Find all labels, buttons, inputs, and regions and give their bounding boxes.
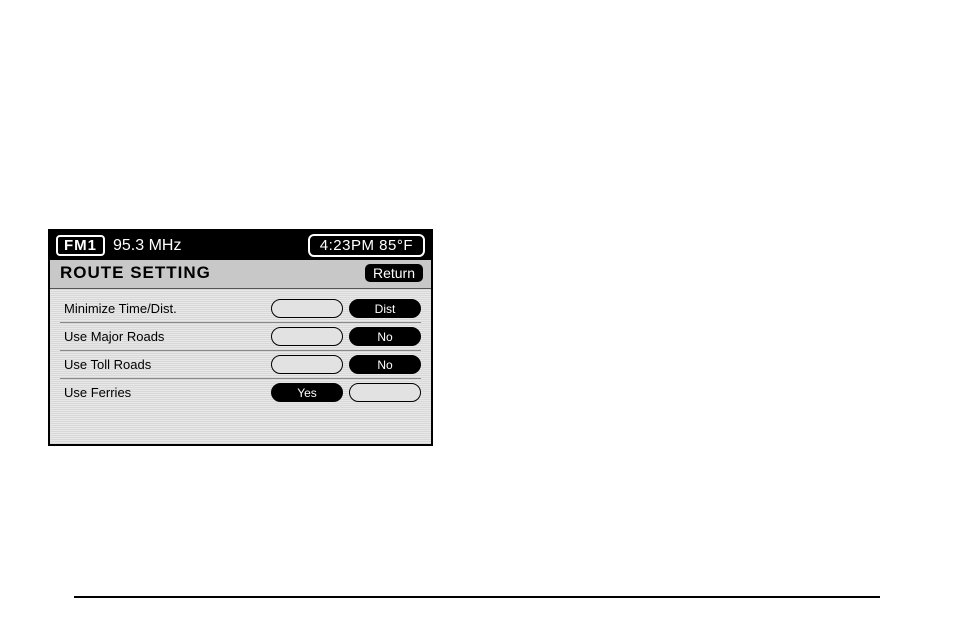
screen-title: ROUTE SETTING [60, 263, 211, 283]
page-footer-divider [74, 596, 880, 598]
title-bar: ROUTE SETTING Return [50, 260, 431, 289]
setting-row-major-roads: Use Major Roads Yes No [60, 323, 421, 351]
status-bar: FM1 95.3 MHz 4:23PM 85°F [50, 231, 431, 260]
setting-label: Use Toll Roads [60, 357, 265, 372]
radio-band-badge: FM1 [56, 235, 105, 256]
setting-label: Use Ferries [60, 385, 265, 400]
toggle-yes-button[interactable]: Yes [271, 327, 343, 346]
setting-row-ferries: Use Ferries Yes No [60, 379, 421, 406]
return-button[interactable]: Return [365, 264, 423, 282]
radio-frequency: 95.3 MHz [113, 237, 181, 255]
toggle-dist-button[interactable]: Dist [349, 299, 421, 318]
setting-row-minimize: Minimize Time/Dist. Time Dist [60, 295, 421, 323]
navigation-screen: FM1 95.3 MHz 4:23PM 85°F ROUTE SETTING R… [48, 229, 433, 446]
toggle-time-button[interactable]: Time [271, 299, 343, 318]
time-temp-readout: 4:23PM 85°F [308, 234, 425, 257]
toggle-no-button[interactable]: No [349, 327, 421, 346]
toggle-yes-button[interactable]: Yes [271, 383, 343, 402]
setting-row-toll-roads: Use Toll Roads Yes No [60, 351, 421, 379]
setting-label: Minimize Time/Dist. [60, 301, 265, 316]
settings-list: Minimize Time/Dist. Time Dist Use Major … [50, 289, 431, 444]
toggle-no-button[interactable]: No [349, 355, 421, 374]
setting-label: Use Major Roads [60, 329, 265, 344]
toggle-yes-button[interactable]: Yes [271, 355, 343, 374]
toggle-no-button[interactable]: No [349, 383, 421, 402]
